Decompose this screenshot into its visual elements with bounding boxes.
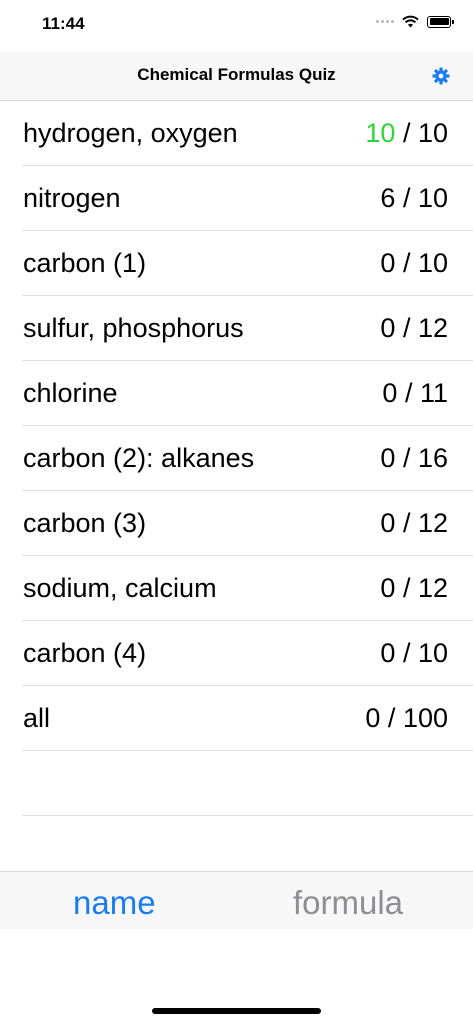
- tab-name[interactable]: name: [73, 884, 156, 922]
- quiz-row-carbon-3[interactable]: carbon (3) 0 / 12: [22, 491, 473, 556]
- gear-icon[interactable]: [431, 66, 451, 86]
- score-correct: 0: [380, 248, 396, 278]
- quiz-score: 6 / 10: [380, 183, 448, 213]
- score-total: 11: [419, 378, 448, 408]
- score-correct: 0: [380, 443, 396, 473]
- quiz-row-sulfur-phosphorus[interactable]: sulfur, phosphorus 0 / 12: [22, 296, 473, 361]
- quiz-label: hydrogen, oxygen: [23, 118, 238, 148]
- page-title: Chemical Formulas Quiz: [137, 65, 336, 84]
- status-icons: [376, 15, 454, 28]
- score-correct: 0: [382, 378, 398, 408]
- status-time: 11:44: [42, 14, 85, 33]
- quiz-score: 0 / 12: [380, 573, 448, 603]
- quiz-row-sodium-calcium[interactable]: sodium, calcium 0 / 12: [22, 556, 473, 621]
- quiz-label: nitrogen: [23, 183, 121, 213]
- quiz-label: carbon (3): [23, 508, 147, 538]
- quiz-row-nitrogen[interactable]: nitrogen 6 / 10: [22, 166, 473, 231]
- quiz-label: sulfur, phosphorus: [23, 313, 244, 343]
- score-correct: 6: [380, 183, 396, 213]
- score-correct: 0: [380, 638, 396, 668]
- quiz-label: sodium, calcium: [23, 573, 217, 603]
- score-correct: 10: [365, 118, 396, 148]
- wifi-icon: [402, 15, 419, 28]
- quiz-score: 0 / 11: [382, 378, 448, 408]
- score-total: 10: [417, 183, 448, 213]
- quiz-label: chlorine: [23, 378, 118, 408]
- score-correct: 0: [380, 508, 396, 538]
- quiz-score: 0 / 12: [380, 313, 448, 343]
- quiz-label: carbon (2): alkanes: [23, 443, 255, 473]
- quiz-row-carbon-2-alkanes[interactable]: carbon (2): alkanes 0 / 16: [22, 426, 473, 491]
- quiz-score: 10 / 10: [365, 118, 448, 148]
- battery-icon: [427, 15, 454, 28]
- home-indicator: [152, 1008, 321, 1014]
- score-total: 12: [417, 313, 448, 343]
- navigation-bar: Chemical Formulas Quiz: [0, 52, 473, 101]
- score-total: 100: [402, 703, 448, 733]
- score-total: 12: [417, 573, 448, 603]
- quiz-score: 0 / 10: [380, 638, 448, 668]
- quiz-label: all: [23, 703, 51, 733]
- quiz-row-all[interactable]: all 0 / 100: [22, 686, 473, 751]
- signal-icon: [376, 20, 394, 23]
- status-bar: 11:44: [0, 0, 473, 52]
- quiz-row-carbon-1[interactable]: carbon (1) 0 / 10: [22, 231, 473, 296]
- quiz-row-carbon-4[interactable]: carbon (4) 0 / 10: [22, 621, 473, 686]
- score-total: 10: [417, 248, 448, 278]
- score-correct: 0: [380, 313, 396, 343]
- quiz-score: 0 / 100: [365, 703, 448, 733]
- quiz-score: 0 / 10: [380, 248, 448, 278]
- score-total: 12: [417, 508, 448, 538]
- quiz-list: hydrogen, oxygen 10 / 10 nitrogen 6 / 10…: [0, 101, 473, 816]
- quiz-score: 0 / 12: [380, 508, 448, 538]
- quiz-row-hydrogen-oxygen[interactable]: hydrogen, oxygen 10 / 10: [22, 101, 473, 166]
- score-correct: 0: [365, 703, 381, 733]
- tab-bar: name formula: [0, 871, 473, 929]
- quiz-label: carbon (4): [23, 638, 147, 668]
- quiz-score: 0 / 16: [380, 443, 448, 473]
- score-total: 10: [417, 118, 448, 148]
- quiz-row-chlorine[interactable]: chlorine 0 / 11: [22, 361, 473, 426]
- score-correct: 0: [380, 573, 396, 603]
- score-total: 10: [417, 638, 448, 668]
- quiz-label: carbon (1): [23, 248, 147, 278]
- tab-formula[interactable]: formula: [293, 884, 403, 922]
- score-total: 16: [417, 443, 448, 473]
- empty-row: [22, 751, 473, 816]
